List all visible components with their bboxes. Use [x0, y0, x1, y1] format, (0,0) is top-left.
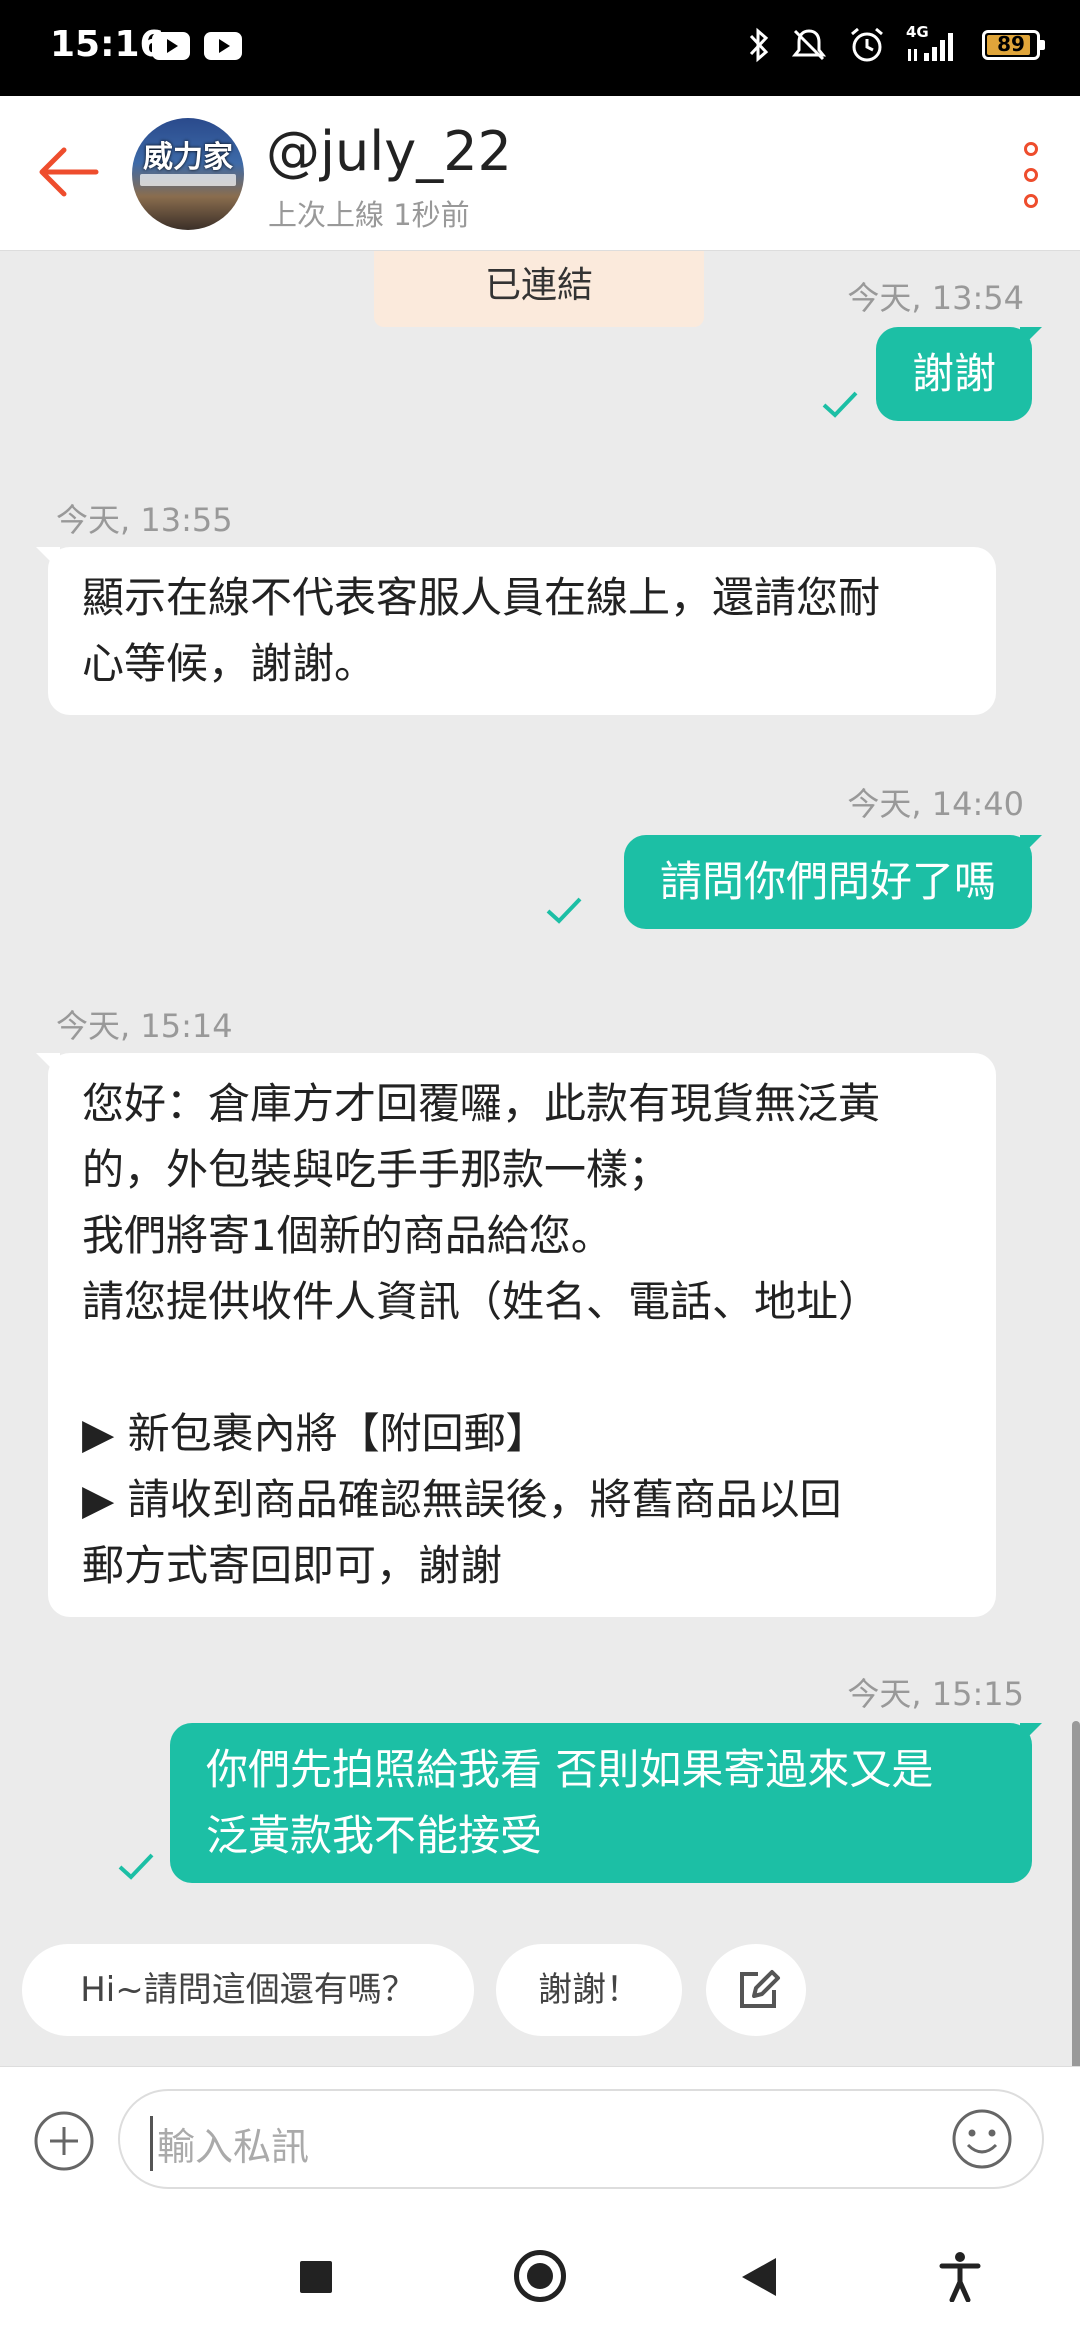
composer-bar: 輸入私訊 [0, 2066, 1080, 2215]
read-check-icon [822, 391, 858, 418]
emoji-icon[interactable] [950, 2107, 1014, 2171]
outgoing-message[interactable]: 謝謝 [875, 327, 1043, 421]
status-bar: 15:16 4G 89 [0, 0, 1080, 96]
notification-icons [152, 32, 242, 60]
more-dot [1024, 142, 1038, 156]
edit-quick-replies-button[interactable] [706, 1944, 806, 2036]
edit-icon [740, 1970, 780, 2008]
accessibility-icon[interactable] [938, 2250, 982, 2302]
mute-icon [791, 29, 827, 61]
alarm-icon [851, 27, 883, 62]
home-button[interactable] [514, 2250, 566, 2302]
back-button[interactable] [742, 2258, 776, 2296]
quick-replies: Hi~請問這個還有嗎？ 謝謝！ [0, 1944, 1080, 2064]
more-options-icon[interactable] [1016, 142, 1046, 208]
message-input[interactable]: 輸入私訊 [118, 2089, 1044, 2189]
youtube-icon [152, 32, 190, 60]
status-time: 15:16 [50, 24, 165, 65]
message-timestamp: 今天, 15:15 [847, 1675, 1024, 1713]
avatar[interactable]: 威力家 [132, 118, 244, 230]
back-arrow-icon[interactable] [32, 136, 104, 208]
bluetooth-icon [749, 27, 769, 63]
chat-header: 威力家 @july_22 上次上線 1秒前 [0, 96, 1080, 251]
outgoing-message[interactable]: 你們先拍照給我看 否則如果寄過來又是 泛黃款我不能接受 [170, 1723, 1042, 1883]
message-input-placeholder: 輸入私訊 [150, 2116, 309, 2171]
linked-notice: 已連結 [374, 251, 704, 327]
chat-username[interactable]: @july_22 [266, 120, 512, 183]
read-check-icon [546, 897, 582, 924]
quick-reply-chip[interactable]: 謝謝！ [496, 1944, 682, 2036]
battery-icon: 89 [982, 30, 1045, 60]
avatar-logo-banner [140, 174, 236, 186]
message-timestamp: 今天, 15:14 [56, 1007, 233, 1045]
avatar-logo-text: 威力家 [143, 140, 233, 175]
message-timestamp: 今天, 13:54 [847, 279, 1024, 317]
add-attachment-icon[interactable] [32, 2109, 96, 2173]
incoming-message[interactable]: 顯示在線不代表客服人員在線上，還請您耐 心等候，謝謝。 [36, 547, 996, 715]
message-timestamp: 今天, 14:40 [847, 785, 1024, 823]
system-icons: 4G 89 [748, 23, 1045, 64]
youtube-icon [204, 32, 242, 60]
quick-reply-chip[interactable]: Hi~請問這個還有嗎？ [22, 1944, 474, 2036]
system-nav-bar [0, 2214, 1080, 2340]
last-seen-status: 上次上線 1秒前 [268, 198, 470, 232]
more-dot [1024, 168, 1038, 182]
battery-level: 89 [997, 32, 1025, 56]
message-timestamp: 今天, 13:55 [56, 501, 233, 539]
incoming-message[interactable]: 您好：倉庫方才回覆囉，此款有現貨無泛黃 的，外包裝與吃手手那款一樣； 我們將寄1… [36, 1053, 996, 1617]
recents-button[interactable] [300, 2261, 332, 2293]
read-check-icon [118, 1853, 154, 1880]
signal-icon: 4G [906, 23, 962, 63]
message-list[interactable]: 已連結 今天, 13:54 謝謝 今天, 13:55 顯示在線不代表客服人員在線… [0, 251, 1080, 2181]
outgoing-message[interactable]: 請問你們問好了嗎 [623, 835, 1043, 929]
more-dot [1024, 194, 1038, 208]
